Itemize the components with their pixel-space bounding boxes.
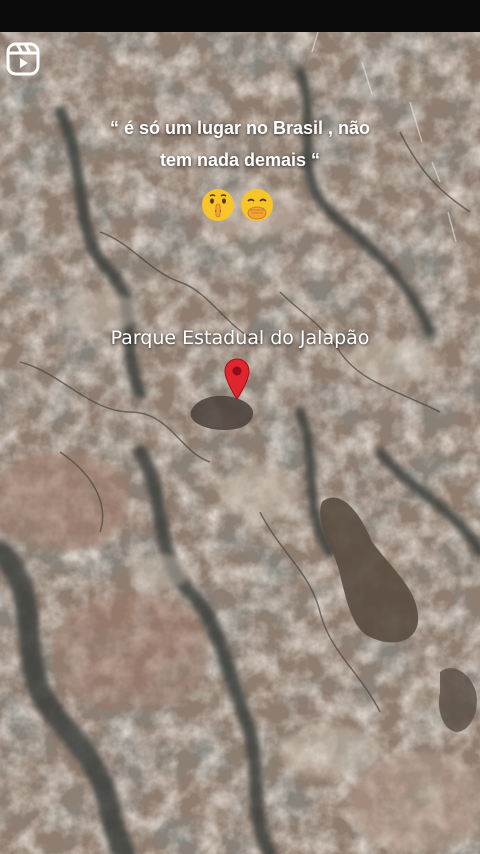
shushing-face-icon	[202, 189, 234, 221]
map-pin-icon[interactable]	[222, 356, 252, 400]
face-with-hand-over-mouth-icon	[241, 189, 273, 221]
status-bar	[0, 0, 480, 32]
map-place-label[interactable]: Parque Estadual do Jalapão	[40, 327, 440, 349]
caption-line-2: tem nada demais “	[159, 150, 321, 170]
caption-line-1: “ é só um lugar no Brasil , não	[109, 118, 371, 138]
reels-icon[interactable]	[6, 42, 40, 76]
emoji-row	[0, 188, 480, 224]
reel-caption: “ é só um lugar no Brasil , não tem nada…	[40, 112, 440, 176]
